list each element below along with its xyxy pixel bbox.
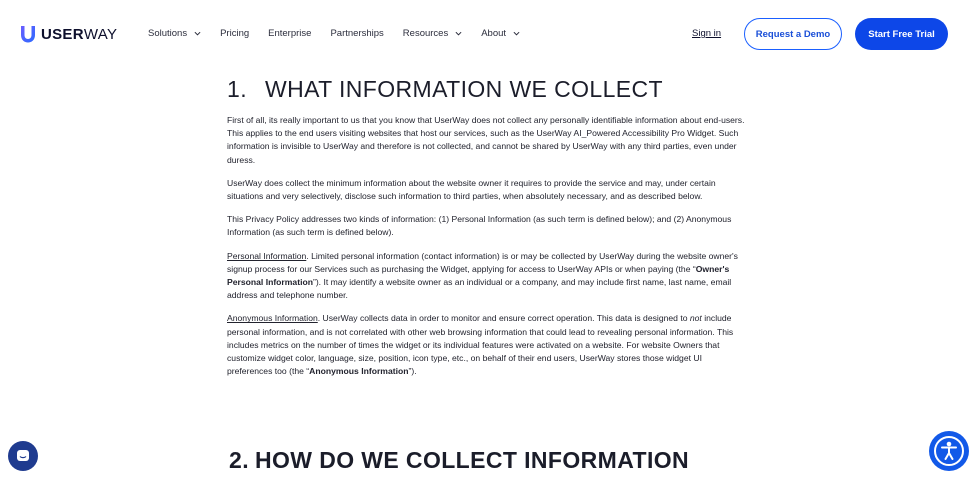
site-header: USERWAY Solutions Pricing Enterprise Par…: [0, 0, 969, 68]
nav-resources[interactable]: Resources: [403, 28, 462, 39]
chevron-down-icon: [194, 31, 201, 36]
paragraph-two-kinds: This Privacy Policy addresses two kinds …: [227, 214, 732, 238]
accessibility-widget-button[interactable]: [929, 431, 969, 471]
anonymous-information-term: Anonymous Information: [227, 313, 318, 324]
nav-pricing[interactable]: Pricing: [220, 28, 249, 39]
chevron-down-icon: [455, 31, 462, 36]
sign-in-link[interactable]: Sign in: [692, 28, 721, 39]
section-1-heading: 1. WHAT INFORMATION WE COLLECT: [227, 76, 663, 102]
nav-about[interactable]: About: [481, 28, 520, 39]
personal-information-term: Personal Information: [227, 250, 307, 261]
request-demo-button[interactable]: Request a Demo: [744, 18, 842, 50]
main-nav: Solutions Pricing Enterprise Partnership…: [148, 28, 539, 39]
privacy-content: 1. WHAT INFORMATION WE COLLECT First of a…: [227, 76, 745, 378]
nav-partnerships[interactable]: Partnerships: [330, 28, 383, 39]
userway-logo-icon: [21, 26, 35, 43]
paragraph-personal-information: Personal Information. Limited personal i…: [227, 250, 738, 301]
paragraph-owner-info: UserWay does collect the minimum informa…: [227, 177, 716, 202]
logo-text: USERWAY: [41, 25, 118, 43]
chat-button[interactable]: [8, 441, 38, 471]
section-2-heading: 2. HOW DO WE COLLECT INFORMATION: [229, 447, 690, 473]
paragraph-anonymous-information: Anonymous Information. UserWay collects …: [227, 313, 734, 377]
userway-logo[interactable]: USERWAY: [19, 24, 117, 44]
chat-icon: [17, 450, 29, 461]
nav-solutions[interactable]: Solutions: [148, 28, 201, 39]
start-free-trial-button[interactable]: Start Free Trial: [855, 18, 948, 50]
accessibility-icon: [934, 436, 964, 466]
chevron-down-icon: [513, 31, 520, 36]
nav-enterprise[interactable]: Enterprise: [268, 28, 311, 39]
paragraph-intro: First of all, its really important to us…: [227, 115, 745, 165]
